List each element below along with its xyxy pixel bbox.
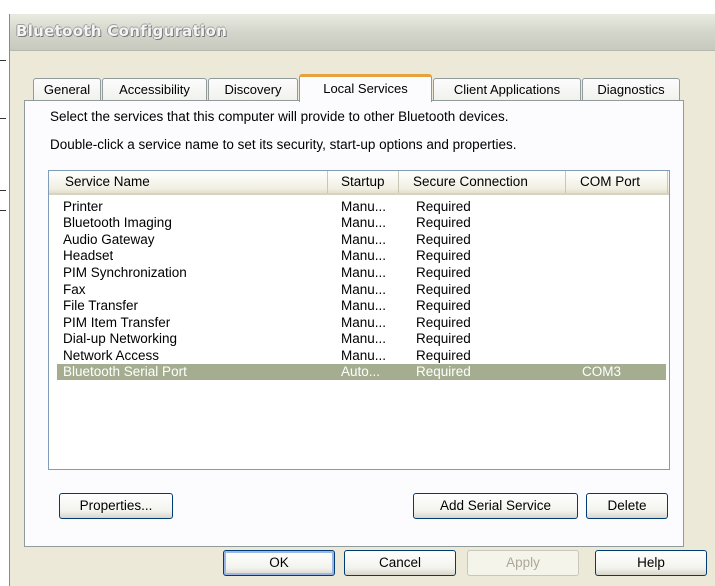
service-name: Printer bbox=[63, 199, 103, 214]
service-startup: Manu... bbox=[341, 232, 387, 247]
bluetooth-configuration-dialog: Bluetooth Configuration General Accessib… bbox=[9, 14, 715, 586]
column-header-startup[interactable]: Startup bbox=[328, 171, 399, 193]
list-item[interactable]: Bluetooth Imaging Manu... Required bbox=[57, 215, 666, 231]
service-startup: Manu... bbox=[341, 265, 387, 280]
list-item[interactable]: Audio Gateway Manu... Required bbox=[57, 232, 666, 248]
tab-local-services[interactable]: Local Services bbox=[299, 74, 432, 102]
tab-accessibility[interactable]: Accessibility bbox=[102, 78, 207, 100]
service-startup: Manu... bbox=[341, 298, 387, 313]
service-name: Fax bbox=[63, 282, 86, 297]
service-startup: Manu... bbox=[341, 348, 387, 363]
list-item[interactable]: Dial-up Networking Manu... Required bbox=[57, 331, 666, 347]
ok-button[interactable]: OK bbox=[223, 550, 335, 576]
service-startup: Auto... bbox=[341, 364, 381, 379]
service-secure: Required bbox=[416, 265, 471, 280]
tab-label: Diagnostics bbox=[597, 82, 665, 97]
column-header-com-port[interactable]: COM Port bbox=[566, 171, 668, 193]
background-window-edge bbox=[0, 210, 6, 211]
list-header: Service Name Startup Secure Connection C… bbox=[49, 171, 669, 195]
service-startup: Manu... bbox=[341, 331, 387, 346]
background-window-edge bbox=[0, 60, 6, 61]
properties-button[interactable]: Properties... bbox=[59, 493, 173, 519]
tab-label: General bbox=[43, 82, 91, 97]
service-startup: Manu... bbox=[341, 282, 387, 297]
list-item[interactable]: File Transfer Manu... Required bbox=[57, 298, 666, 314]
service-name: Bluetooth Imaging bbox=[63, 215, 172, 230]
description-line-2: Double-click a service name to set its s… bbox=[50, 137, 517, 152]
cancel-button[interactable]: Cancel bbox=[344, 550, 456, 576]
list-item[interactable]: Network Access Manu... Required bbox=[57, 348, 666, 364]
service-secure: Required bbox=[416, 248, 471, 263]
service-name: Audio Gateway bbox=[63, 232, 155, 247]
list-item[interactable]: Headset Manu... Required bbox=[57, 248, 666, 264]
service-startup: Manu... bbox=[341, 248, 387, 263]
title-bar[interactable]: Bluetooth Configuration bbox=[10, 14, 715, 51]
list-item[interactable]: PIM Item Transfer Manu... Required bbox=[57, 315, 666, 331]
service-secure: Required bbox=[416, 215, 471, 230]
description-line-1: Select the services that this computer w… bbox=[50, 109, 509, 124]
apply-button[interactable]: Apply bbox=[467, 550, 579, 576]
list-item[interactable]: Printer Manu... Required bbox=[57, 199, 666, 215]
service-secure: Required bbox=[416, 298, 471, 313]
tab-diagnostics[interactable]: Diagnostics bbox=[582, 78, 680, 100]
service-name: PIM Item Transfer bbox=[63, 315, 171, 330]
list-item-selected[interactable]: Bluetooth Serial Port Auto... Required C… bbox=[57, 364, 666, 380]
service-secure: Required bbox=[416, 199, 471, 214]
service-name: Dial-up Networking bbox=[63, 331, 178, 346]
service-name: Bluetooth Serial Port bbox=[63, 364, 187, 379]
service-secure: Required bbox=[416, 315, 471, 330]
tab-label: Client Applications bbox=[453, 82, 561, 97]
service-name: Headset bbox=[63, 248, 114, 263]
service-secure: Required bbox=[416, 364, 471, 379]
tab-label: Accessibility bbox=[119, 82, 190, 97]
add-serial-service-button[interactable]: Add Serial Service bbox=[413, 493, 578, 519]
window-title: Bluetooth Configuration bbox=[16, 22, 228, 40]
list-item[interactable]: Fax Manu... Required bbox=[57, 282, 666, 298]
service-name: PIM Synchronization bbox=[63, 265, 187, 280]
column-header-secure-connection[interactable]: Secure Connection bbox=[399, 171, 566, 193]
services-list[interactable]: Service Name Startup Secure Connection C… bbox=[48, 170, 670, 470]
tab-label: Local Services bbox=[323, 81, 408, 96]
service-startup: Manu... bbox=[341, 215, 387, 230]
service-secure: Required bbox=[416, 232, 471, 247]
background-window-edge bbox=[0, 190, 6, 191]
list-item[interactable]: PIM Synchronization Manu... Required bbox=[57, 265, 666, 281]
tab-discovery[interactable]: Discovery bbox=[208, 78, 298, 100]
service-startup: Manu... bbox=[341, 199, 387, 214]
service-name: Network Access bbox=[63, 348, 160, 363]
service-secure: Required bbox=[416, 331, 471, 346]
service-startup: Manu... bbox=[341, 315, 387, 330]
help-button[interactable]: Help bbox=[595, 550, 707, 576]
background-window-edge bbox=[0, 118, 6, 119]
service-com: COM3 bbox=[582, 364, 622, 379]
service-secure: Required bbox=[416, 348, 471, 363]
service-secure: Required bbox=[416, 282, 471, 297]
tab-general[interactable]: General bbox=[33, 78, 101, 100]
column-header-service-name[interactable]: Service Name bbox=[49, 171, 328, 193]
delete-button[interactable]: Delete bbox=[586, 493, 668, 519]
tab-client-applications[interactable]: Client Applications bbox=[433, 78, 581, 100]
service-name: File Transfer bbox=[63, 298, 139, 313]
tab-label: Discovery bbox=[224, 82, 282, 97]
